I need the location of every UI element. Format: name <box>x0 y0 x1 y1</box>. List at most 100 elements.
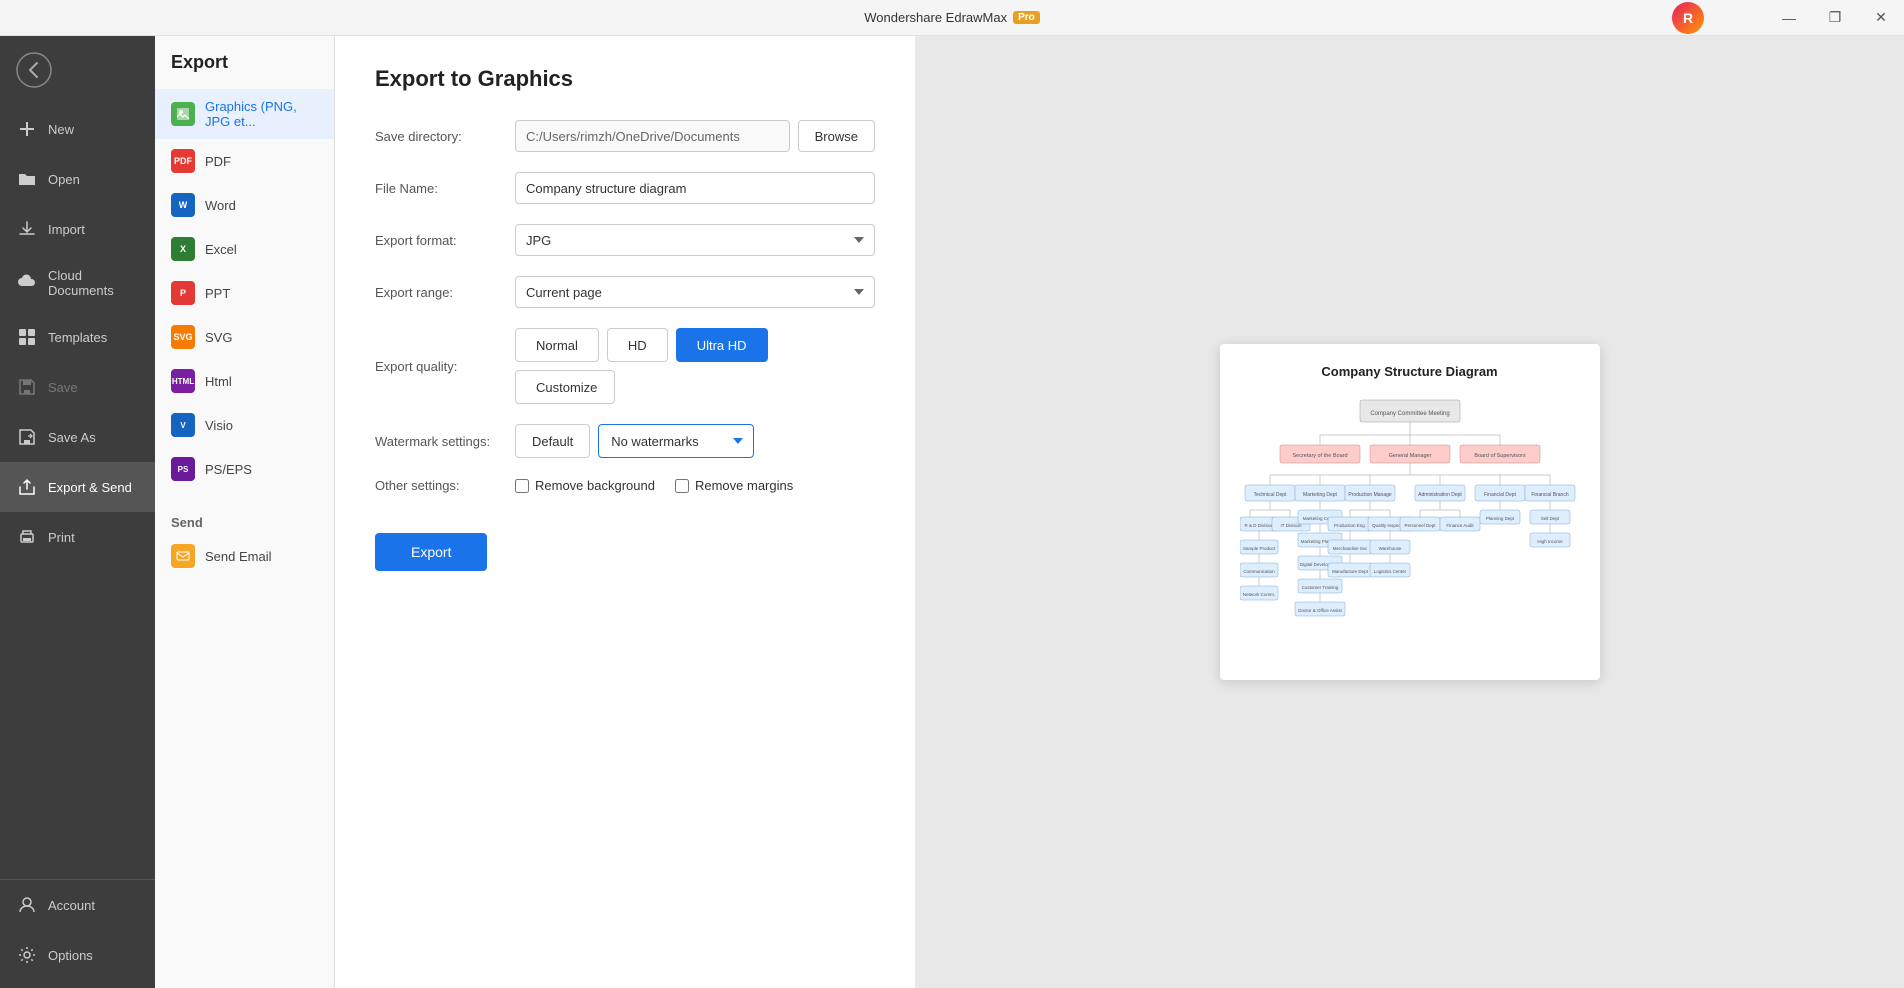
quality-normal-button[interactable]: Normal <box>515 328 599 362</box>
titlebar-title: Wondershare EdrawMax Pro <box>864 10 1040 25</box>
nav-templates-label: Templates <box>48 330 107 345</box>
export-format-ppt[interactable]: P PPT <box>155 271 334 315</box>
svg-text:Doctor & Office Assist: Doctor & Office Assist <box>1298 608 1342 613</box>
sidebar-item-cloud[interactable]: Cloud Documents <box>0 254 155 312</box>
nav-print-label: Print <box>48 530 75 545</box>
cloud-icon <box>16 272 38 294</box>
file-name-control <box>515 172 875 204</box>
customize-button[interactable]: Customize <box>515 370 615 404</box>
app-title: Wondershare EdrawMax <box>864 10 1007 25</box>
quality-ultrahd-button[interactable]: Ultra HD <box>676 328 768 362</box>
export-format-send-email[interactable]: Send Email <box>155 534 334 578</box>
export-range-select[interactable]: Current page All pages Selected objects <box>515 276 875 308</box>
main-content: Export to Graphics Save directory: Brows… <box>335 36 1904 988</box>
watermark-default-button[interactable]: Default <box>515 424 590 458</box>
preview-diagram-title: Company Structure Diagram <box>1240 364 1580 379</box>
send-section-label: Send <box>155 499 334 534</box>
user-icon <box>16 894 38 916</box>
export-format-control: JPG PNG BMP SVG PDF <box>515 224 875 256</box>
svg-text:Customer Training: Customer Training <box>1301 585 1338 590</box>
export-button[interactable]: Export <box>375 533 487 571</box>
save-directory-input[interactable] <box>515 120 790 152</box>
sidebar-item-export-send[interactable]: Export & Send <box>0 462 155 512</box>
export-graphics-label: Graphics (PNG, JPG et... <box>205 99 318 129</box>
pdf-format-icon: PDF <box>171 149 195 173</box>
graphics-format-icon <box>171 102 195 126</box>
svg-text:Financial Dept: Financial Dept <box>1484 492 1517 498</box>
browse-button[interactable]: Browse <box>798 120 875 152</box>
sidebar-item-print[interactable]: Print <box>0 512 155 562</box>
export-format-label: Export format: <box>375 233 515 248</box>
remove-margins-checkbox[interactable] <box>675 479 689 493</box>
svg-format-icon: SVG <box>171 325 195 349</box>
nav-account-label: Account <box>48 898 95 913</box>
other-settings-control: Remove background Remove margins <box>515 478 875 493</box>
svg-text:Communication: Communication <box>1243 569 1275 574</box>
svg-text:Merchandise Svc: Merchandise Svc <box>1332 546 1367 551</box>
nav-open-label: Open <box>48 172 80 187</box>
svg-text:R & D Division: R & D Division <box>1244 523 1274 528</box>
export-pseps-label: PS/EPS <box>205 462 252 477</box>
svg-text:Manufacture Dept: Manufacture Dept <box>1332 569 1369 574</box>
remove-margins-item[interactable]: Remove margins <box>675 478 793 493</box>
nav-save-label: Save <box>48 380 78 395</box>
avatar[interactable]: R <box>1672 2 1704 34</box>
file-name-row: File Name: <box>375 172 875 204</box>
minimize-button[interactable]: — <box>1766 0 1812 36</box>
sidebar-item-open[interactable]: Open <box>0 154 155 204</box>
export-quality-control: Normal HD Ultra HD Customize <box>515 328 875 404</box>
sidebar-item-new[interactable]: New <box>0 104 155 154</box>
sidebar-item-import[interactable]: Import <box>0 204 155 254</box>
svg-text:Financial Branch: Financial Branch <box>1531 492 1568 498</box>
sidebar-item-account[interactable]: Account <box>0 880 155 930</box>
sidebar-item-options[interactable]: Options <box>0 930 155 980</box>
export-pdf-label: PDF <box>205 154 231 169</box>
close-button[interactable]: ✕ <box>1858 0 1904 36</box>
export-format-word[interactable]: W Word <box>155 183 334 227</box>
export-format-row: Export format: JPG PNG BMP SVG PDF <box>375 224 875 256</box>
send-email-label: Send Email <box>205 549 271 564</box>
print-icon <box>16 526 38 548</box>
titlebar: R Wondershare EdrawMax Pro — ❐ ✕ <box>0 0 1904 36</box>
export-range-label: Export range: <box>375 285 515 300</box>
watermark-select[interactable]: No watermarks Custom watermark <box>598 424 754 458</box>
svg-text:Personnel Dept: Personnel Dept <box>1404 523 1436 528</box>
svg-text:Sell Dept: Sell Dept <box>1540 516 1559 521</box>
remove-background-label: Remove background <box>535 478 655 493</box>
remove-background-checkbox[interactable] <box>515 479 529 493</box>
quality-hd-button[interactable]: HD <box>607 328 668 362</box>
remove-background-item[interactable]: Remove background <box>515 478 655 493</box>
svg-text:Warehouse: Warehouse <box>1378 546 1401 551</box>
export-format-pseps[interactable]: PS PS/EPS <box>155 447 334 491</box>
svg-text:Logistics Center: Logistics Center <box>1373 569 1406 574</box>
plus-icon <box>16 118 38 140</box>
sidebar-item-save-as[interactable]: Save As <box>0 412 155 462</box>
export-format-graphics[interactable]: Graphics (PNG, JPG et... <box>155 89 334 139</box>
watermark-row: Watermark settings: Default No watermark… <box>375 424 875 458</box>
grid-icon <box>16 326 38 348</box>
quality-group: Normal HD Ultra HD <box>515 328 768 362</box>
svg-text:Network Comm.: Network Comm. <box>1242 592 1274 597</box>
export-format-excel[interactable]: X Excel <box>155 227 334 271</box>
svg-text:Planning Dept: Planning Dept <box>1485 516 1514 521</box>
nav-saveas-label: Save As <box>48 430 96 445</box>
maximize-button[interactable]: ❐ <box>1812 0 1858 36</box>
export-range-row: Export range: Current page All pages Sel… <box>375 276 875 308</box>
export-svg-label: SVG <box>205 330 232 345</box>
gear-icon <box>16 944 38 966</box>
export-format-svg[interactable]: SVG SVG <box>155 315 334 359</box>
export-format-pdf[interactable]: PDF PDF <box>155 139 334 183</box>
export-format-select[interactable]: JPG PNG BMP SVG PDF <box>515 224 875 256</box>
svg-text:General Manager: General Manager <box>1388 453 1431 459</box>
export-format-html[interactable]: HTML Html <box>155 359 334 403</box>
export-visio-label: Visio <box>205 418 233 433</box>
org-chart-svg: Company Committee Meeting Secretary of t… <box>1240 395 1580 655</box>
file-name-input[interactable] <box>515 172 875 204</box>
back-button[interactable] <box>8 44 60 96</box>
export-format-visio[interactable]: V Visio <box>155 403 334 447</box>
sidebar-item-templates[interactable]: Templates <box>0 312 155 362</box>
export-icon <box>16 476 38 498</box>
svg-text:High Income: High Income <box>1537 539 1563 544</box>
pro-badge: Pro <box>1013 11 1040 24</box>
save-icon <box>16 376 38 398</box>
